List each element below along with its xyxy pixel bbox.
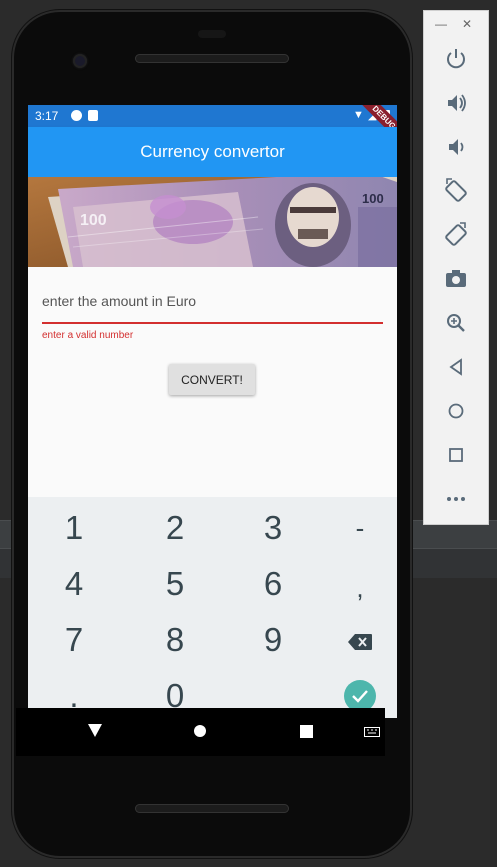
rotate-left-icon[interactable] [441, 176, 471, 206]
key-9[interactable]: 9 [227, 612, 319, 668]
backspace-icon [348, 634, 372, 650]
emulator-toolbar: — ✕ [423, 10, 489, 525]
key-4[interactable]: 4 [28, 556, 120, 612]
key-5[interactable]: 5 [129, 556, 221, 612]
back-icon[interactable] [441, 352, 471, 382]
key-2[interactable]: 2 [129, 500, 221, 556]
status-time: 3:17 [35, 109, 59, 123]
nav-home-icon[interactable] [194, 725, 206, 737]
keyboard-switch-icon[interactable] [364, 727, 380, 737]
banknotes-image: 100 100 [28, 177, 397, 267]
volume-down-icon[interactable] [441, 132, 471, 162]
sd-card-icon [88, 110, 98, 121]
volume-up-icon[interactable] [441, 88, 471, 118]
key-comma[interactable]: , [314, 560, 397, 616]
key-7[interactable]: 7 [28, 612, 120, 668]
status-bar: 3:17 ▼ ◢ DEBUG [28, 105, 397, 147]
error-message: enter a valid number [42, 330, 134, 341]
rotate-right-icon[interactable] [441, 220, 471, 250]
notification-icon [71, 110, 82, 121]
svg-text:100: 100 [362, 191, 384, 206]
key-6[interactable]: 6 [227, 556, 319, 612]
key-minus[interactable]: - [314, 500, 397, 556]
overview-icon[interactable] [441, 440, 471, 470]
zoom-icon[interactable] [441, 308, 471, 338]
close-icon[interactable]: ✕ [462, 17, 472, 31]
wifi-icon: ▼ [353, 109, 364, 121]
phone-screen: 3:17 ▼ ◢ DEBUG Currency convertor 100 10… [28, 105, 397, 718]
key-backspace[interactable] [314, 612, 397, 668]
bottom-speaker [135, 804, 289, 813]
power-icon[interactable] [441, 44, 471, 74]
app-bar: Currency convertor [28, 127, 397, 177]
top-speaker [135, 54, 289, 63]
nav-back-icon[interactable] [88, 724, 102, 737]
front-camera-icon [73, 54, 87, 68]
svg-text:100: 100 [80, 212, 107, 229]
amount-input[interactable]: enter the amount in Euro [42, 293, 196, 309]
input-error-underline [42, 322, 383, 324]
convert-button[interactable]: CONVERT! [169, 364, 255, 395]
key-8[interactable]: 8 [129, 612, 221, 668]
nav-recents-icon[interactable] [300, 725, 313, 738]
android-nav-bar [16, 708, 385, 756]
minimize-icon[interactable]: — [435, 17, 447, 31]
key-1[interactable]: 1 [28, 500, 120, 556]
proximity-sensor [198, 30, 226, 38]
key-3[interactable]: 3 [227, 500, 319, 556]
camera-icon[interactable] [441, 264, 471, 294]
home-icon[interactable] [441, 396, 471, 426]
app-title: Currency convertor [140, 142, 285, 161]
more-icon[interactable] [441, 484, 471, 514]
numeric-keyboard: 1 2 3 - 4 5 6 , 7 8 9 . 0 _ [28, 497, 397, 718]
